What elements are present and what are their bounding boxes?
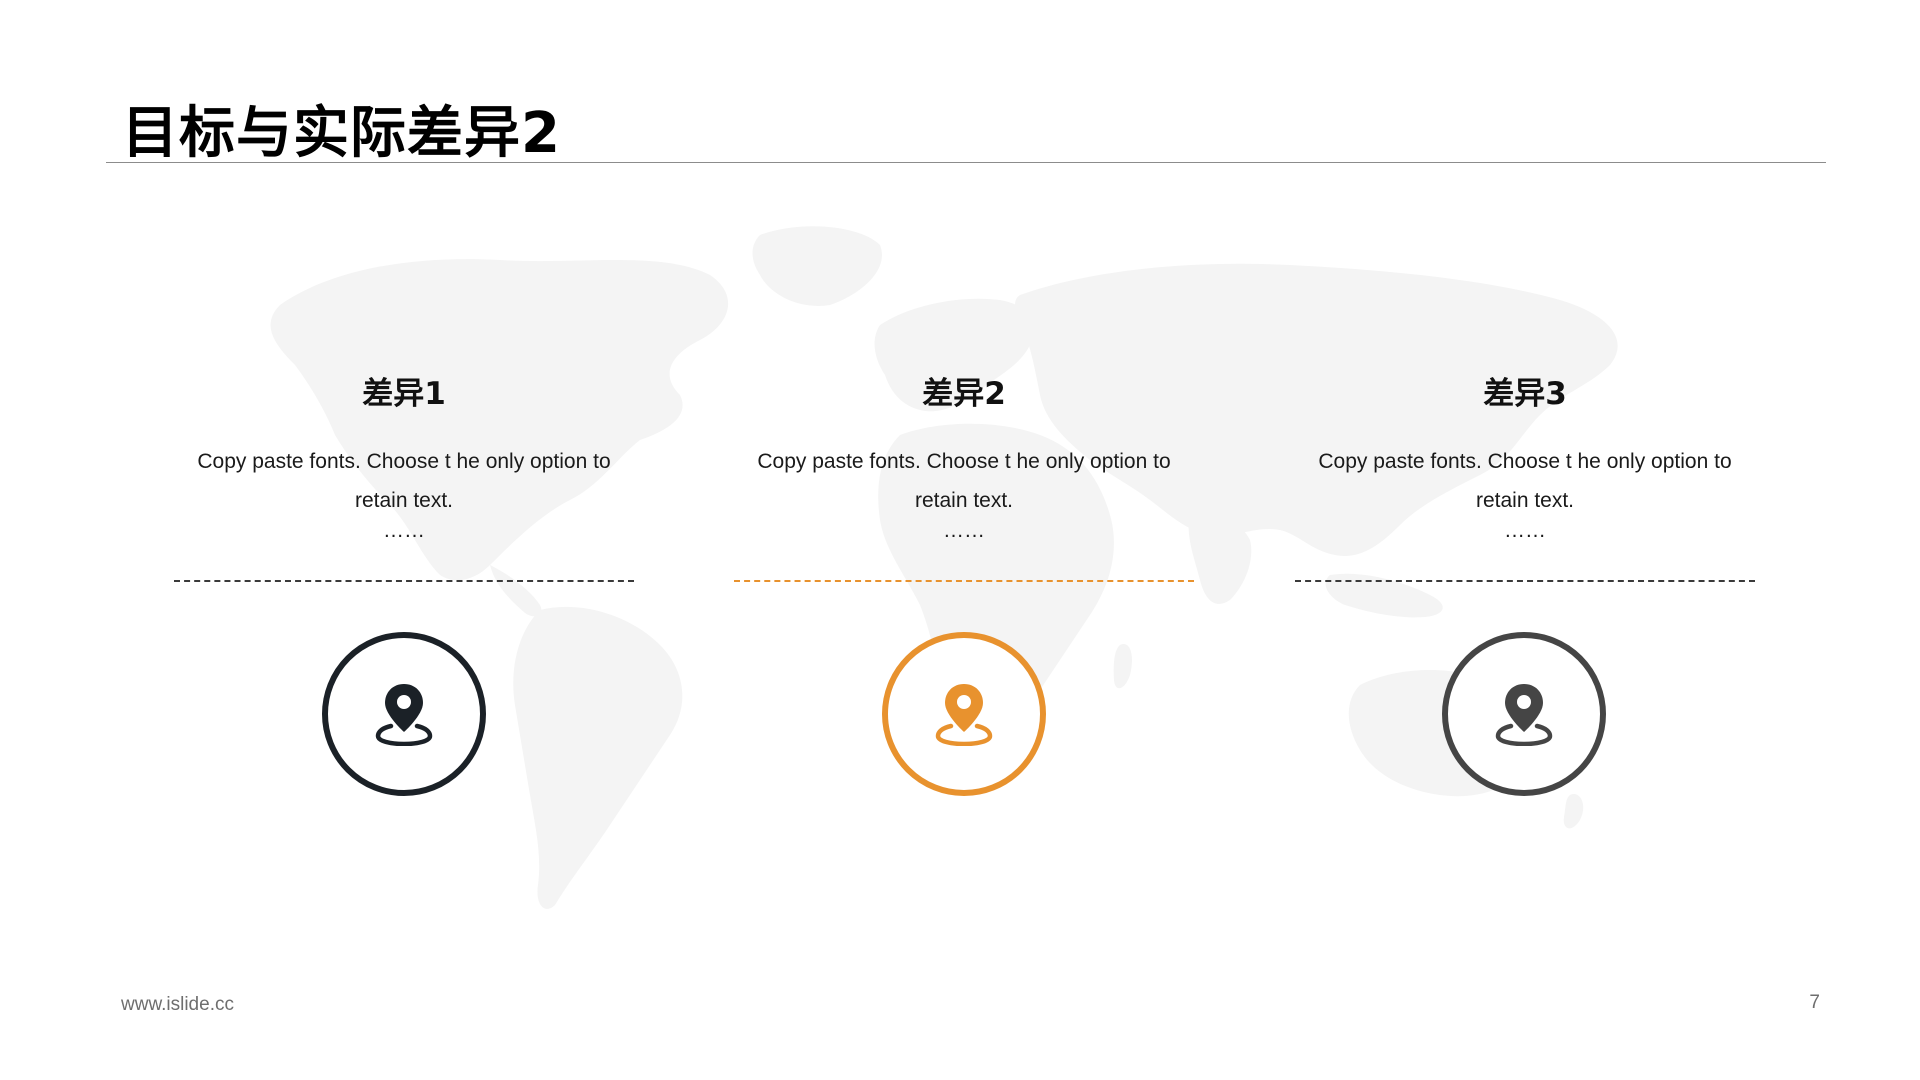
- location-pin-icon: [1495, 684, 1553, 746]
- greenland-shape: [752, 226, 882, 306]
- column-heading: 差异2: [922, 376, 1006, 412]
- column-ellipsis: ……: [1504, 519, 1546, 542]
- new-zealand-shape: [1563, 794, 1584, 829]
- slide-title: 目标与实际差异2: [122, 101, 561, 166]
- column-1-icon-circle: [322, 632, 486, 796]
- south-america-shape: [513, 606, 683, 909]
- column-heading: 差异3: [1483, 376, 1567, 412]
- difference-column-3: 差异3 Copy paste fonts. Choose t he only o…: [1295, 370, 1755, 542]
- difference-column-2: 差异2 Copy paste fonts. Choose t he only o…: [734, 370, 1194, 542]
- column-1-dashed-divider: [174, 580, 634, 582]
- madagascar-shape: [1113, 644, 1132, 689]
- column-ellipsis: ……: [383, 519, 425, 542]
- column-3-icon-circle: [1442, 632, 1606, 796]
- column-body-text: Copy paste fonts. Choose t he only optio…: [197, 450, 611, 512]
- difference-column-1: 差异1 Copy paste fonts. Choose t he only o…: [174, 370, 634, 542]
- title-divider: [106, 162, 1826, 163]
- footer-website-link[interactable]: www.islide.cc: [121, 994, 234, 1016]
- column-3-dashed-divider: [1295, 580, 1755, 582]
- column-2-icon-circle: [882, 632, 1046, 796]
- column-body-text: Copy paste fonts. Choose t he only optio…: [757, 450, 1171, 512]
- column-body-text: Copy paste fonts. Choose t he only optio…: [1318, 450, 1732, 512]
- column-2-dashed-divider: [734, 580, 1194, 582]
- page-number: 7: [1809, 992, 1820, 1013]
- central-america-shape: [490, 565, 542, 617]
- column-ellipsis: ……: [943, 519, 985, 542]
- location-pin-icon: [375, 684, 433, 746]
- world-map-background: [270, 226, 1618, 909]
- column-heading: 差异1: [362, 376, 446, 412]
- location-pin-icon: [935, 684, 993, 746]
